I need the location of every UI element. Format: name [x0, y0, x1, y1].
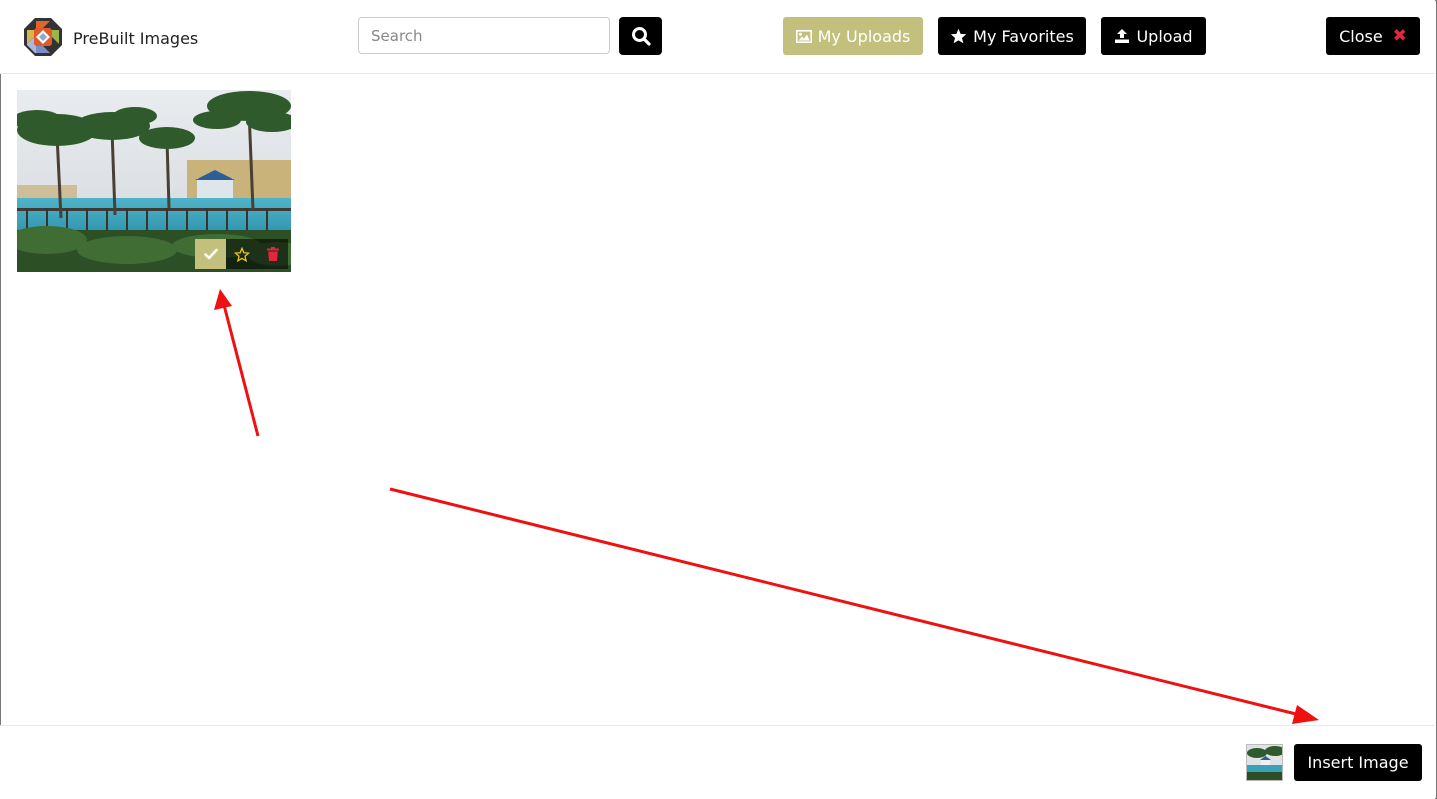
close-label: Close — [1339, 26, 1383, 46]
favorite-image-button[interactable] — [226, 239, 257, 269]
upload-button[interactable]: Upload — [1101, 17, 1206, 55]
my-favorites-label: My Favorites — [973, 26, 1074, 46]
close-button[interactable]: Close ✖ — [1326, 17, 1420, 55]
footer — [0, 725, 1435, 799]
selected-image-preview — [1246, 744, 1283, 781]
image-icon — [795, 29, 812, 43]
thumbnail-actions — [195, 239, 288, 269]
insert-image-button[interactable]: Insert Image — [1294, 744, 1422, 781]
my-uploads-label: My Uploads — [817, 26, 911, 46]
close-icon: ✖ — [1392, 26, 1407, 46]
app-title: PreBuilt Images — [73, 29, 199, 48]
logo-icon — [24, 18, 62, 56]
select-image-button[interactable] — [195, 239, 226, 269]
upload-icon — [1115, 29, 1130, 43]
trash-icon — [266, 247, 279, 261]
my-favorites-button[interactable]: My Favorites — [938, 17, 1086, 55]
my-uploads-button[interactable]: My Uploads — [783, 17, 923, 55]
search-button[interactable] — [619, 17, 662, 55]
header: PreBuilt Images My Uploads My Favorites … — [0, 0, 1435, 74]
image-thumbnail[interactable] — [17, 90, 291, 272]
insert-image-label: Insert Image — [1307, 753, 1409, 772]
upload-label: Upload — [1136, 26, 1193, 46]
star-outline-icon — [233, 246, 250, 262]
star-icon — [951, 28, 967, 44]
search-input[interactable] — [358, 17, 610, 54]
delete-image-button[interactable] — [257, 239, 288, 269]
search-icon — [631, 27, 651, 46]
check-icon — [203, 248, 218, 260]
preview-image — [1247, 745, 1282, 780]
